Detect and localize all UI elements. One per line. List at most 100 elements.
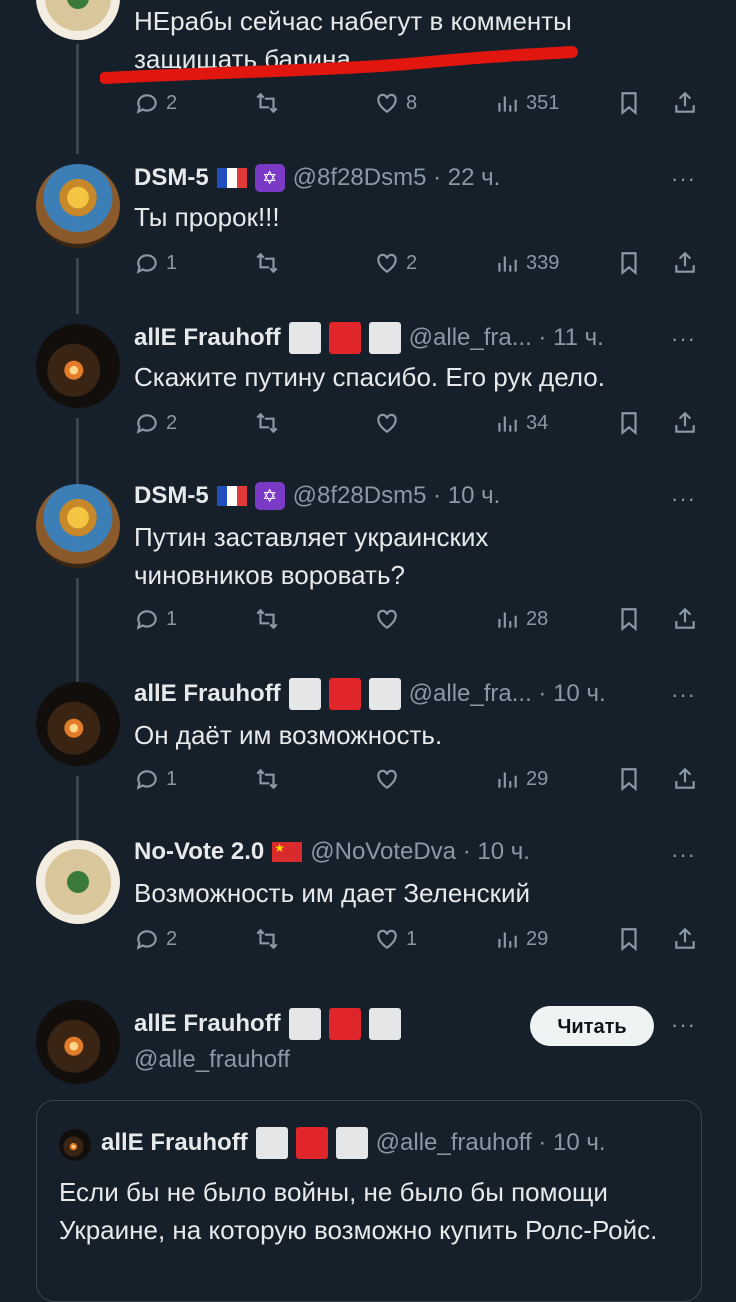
- bookmark-button[interactable]: [616, 606, 642, 632]
- quoted-tweet[interactable]: allE Frauhoff @alle_frauhoff · 10 ч. Есл…: [36, 1100, 702, 1302]
- share-button[interactable]: [672, 926, 698, 952]
- profile-name[interactable]: allE Frauhoff: [134, 1010, 281, 1038]
- share-button[interactable]: [672, 250, 698, 276]
- share-button[interactable]: [672, 410, 698, 436]
- red-square-icon: [328, 1008, 361, 1040]
- more-icon[interactable]: ···: [671, 166, 696, 192]
- reply-icon: [136, 414, 157, 434]
- views-button[interactable]: 34: [494, 410, 548, 436]
- tweet-header: allE Frauhoff @alle_fra... · 11 ч.: [134, 322, 604, 354]
- reply-button[interactable]: 1: [134, 606, 177, 632]
- tweet-header: No-Vote 2.0 @NoVoteDva · 10 ч.: [134, 838, 530, 866]
- retweet-button[interactable]: [254, 766, 280, 792]
- bookmark-button[interactable]: [616, 250, 642, 276]
- red-square-icon: [295, 1127, 328, 1159]
- avatar[interactable]: [36, 682, 120, 766]
- red-square-icon: [328, 322, 361, 354]
- bookmark-button[interactable]: [616, 766, 642, 792]
- author-handle[interactable]: @alle_fra... · 11 ч.: [409, 324, 604, 352]
- reply-button[interactable]: 2: [134, 90, 177, 116]
- share-icon: [675, 251, 695, 273]
- author-name[interactable]: DSM-5: [134, 164, 209, 192]
- red-square-icon: [328, 678, 361, 710]
- views-icon: [498, 932, 517, 948]
- white-square-icon: [335, 1127, 368, 1159]
- more-icon[interactable]: ···: [671, 326, 696, 352]
- views-button[interactable]: 29: [494, 926, 548, 952]
- tweet-text: Путин заставляет украинских чиновников в…: [134, 522, 489, 590]
- author-name[interactable]: allE Frauhoff: [134, 680, 281, 708]
- tweet-actions: 1 2 339: [134, 250, 704, 280]
- retweet-button[interactable]: [254, 606, 280, 632]
- views-button[interactable]: 351: [494, 90, 559, 116]
- share-button[interactable]: [672, 90, 698, 116]
- retweet-icon: [256, 252, 278, 274]
- share-button[interactable]: [672, 766, 698, 792]
- author-name[interactable]: DSM-5: [134, 482, 209, 510]
- reply-button[interactable]: 2: [134, 926, 177, 952]
- retweet-button[interactable]: [254, 90, 280, 116]
- heart-icon: [377, 253, 397, 273]
- retweet-button[interactable]: [254, 926, 280, 952]
- quoted-header: allE Frauhoff @alle_frauhoff · 10 ч.: [101, 1127, 606, 1159]
- reply-button[interactable]: 2: [134, 410, 177, 436]
- profile-handle[interactable]: @alle_frauhoff: [134, 1046, 290, 1074]
- views-icon: [498, 256, 517, 272]
- views-button[interactable]: 28: [494, 606, 548, 632]
- more-icon[interactable]: ···: [671, 682, 696, 708]
- star-of-david-icon: ✡: [254, 164, 285, 192]
- more-icon[interactable]: ···: [671, 842, 696, 868]
- heart-icon: [377, 929, 397, 949]
- like-button[interactable]: 2: [374, 250, 417, 276]
- author-name[interactable]: allE Frauhoff: [134, 324, 281, 352]
- share-button[interactable]: [672, 606, 698, 632]
- bookmark-button[interactable]: [616, 90, 642, 116]
- author-handle[interactable]: @NoVoteDva · 10 ч.: [310, 838, 530, 866]
- reply-icon: [136, 930, 157, 950]
- author-handle[interactable]: @8f28Dsm5 · 10 ч.: [293, 482, 501, 510]
- flag-france-icon: [216, 486, 247, 506]
- more-icon[interactable]: ···: [671, 1012, 696, 1038]
- avatar[interactable]: [36, 484, 120, 568]
- avatar[interactable]: [36, 1000, 120, 1084]
- like-button[interactable]: [374, 766, 400, 792]
- quoted-avatar: [59, 1129, 91, 1161]
- share-icon: [675, 767, 695, 789]
- quoted-handle: @alle_frauhoff · 10 ч.: [375, 1129, 606, 1156]
- avatar[interactable]: [36, 840, 120, 924]
- follow-button[interactable]: Читать: [530, 1006, 654, 1046]
- views-button[interactable]: 339: [494, 250, 559, 276]
- heart-icon: [377, 769, 397, 789]
- bookmark-icon: [621, 252, 637, 276]
- avatar[interactable]: [36, 324, 120, 408]
- retweet-icon: [256, 608, 278, 630]
- avatar[interactable]: [36, 0, 120, 40]
- retweet-icon: [256, 92, 278, 114]
- bookmark-button[interactable]: [616, 926, 642, 952]
- share-icon: [675, 91, 695, 113]
- author-handle[interactable]: @8f28Dsm5 · 22 ч.: [293, 164, 501, 192]
- avatar[interactable]: [36, 164, 120, 248]
- reply-button[interactable]: 1: [134, 250, 177, 276]
- like-button[interactable]: 8: [374, 90, 417, 116]
- retweet-button[interactable]: [254, 250, 280, 276]
- author-name[interactable]: No-Vote 2.0: [134, 838, 264, 866]
- thread-line: [76, 418, 79, 484]
- retweet-icon: [256, 768, 278, 790]
- author-handle[interactable]: @alle_fra... · 10 ч.: [409, 680, 606, 708]
- reply-button[interactable]: 1: [134, 766, 177, 792]
- views-button[interactable]: 29: [494, 766, 548, 792]
- heart-icon: [377, 609, 397, 629]
- reply-icon: [136, 94, 157, 114]
- thread-line: [76, 776, 79, 842]
- white-square-icon: [288, 322, 321, 354]
- retweet-button[interactable]: [254, 410, 280, 436]
- more-icon[interactable]: ···: [671, 486, 696, 512]
- like-button[interactable]: [374, 410, 400, 436]
- share-icon: [675, 411, 695, 433]
- like-button[interactable]: [374, 606, 400, 632]
- profile-header: allE Frauhoff: [134, 1008, 401, 1040]
- like-button[interactable]: 1: [374, 926, 417, 952]
- bookmark-button[interactable]: [616, 410, 642, 436]
- white-square-icon: [368, 322, 401, 354]
